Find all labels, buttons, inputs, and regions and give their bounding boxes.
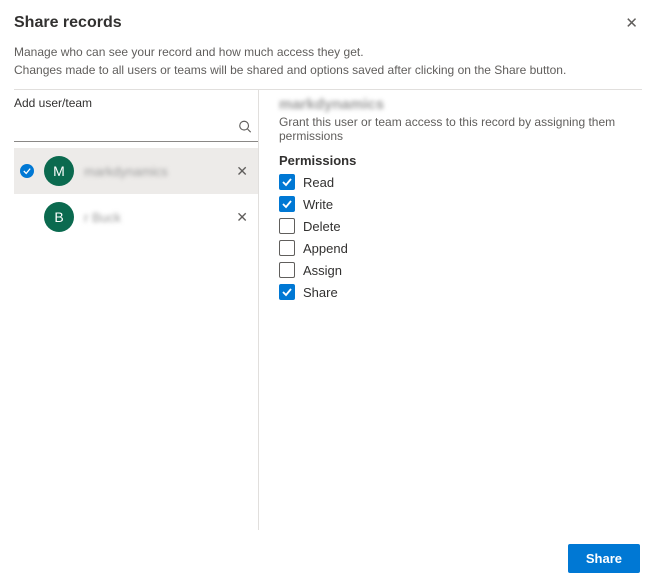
user-name: r Buck — [84, 210, 232, 225]
remove-user-button[interactable]: ✕ — [232, 207, 252, 228]
subtext-line-1: Manage who can see your record and how m… — [14, 43, 642, 61]
permission-row: Append — [279, 240, 642, 256]
close-button[interactable]: ✕ — [623, 14, 640, 33]
dialog-footer: Share — [0, 530, 656, 587]
dialog-header: Share records ✕ — [0, 0, 656, 43]
close-icon: ✕ — [625, 15, 638, 32]
permission-checkbox-append[interactable] — [279, 240, 295, 256]
permission-checkbox-delete[interactable] — [279, 218, 295, 234]
user-row[interactable]: B r Buck ✕ — [14, 194, 258, 240]
avatar: M — [44, 156, 74, 186]
dialog-title: Share records — [14, 14, 623, 32]
close-icon: ✕ — [236, 163, 248, 179]
subtext-line-2: Changes made to all users or teams will … — [14, 61, 642, 79]
permission-row: Read — [279, 174, 642, 190]
permissions-list: Read Write Delete Append Assign — [279, 174, 642, 300]
permission-label: Assign — [303, 263, 342, 278]
permissions-heading: Permissions — [279, 153, 642, 168]
permission-checkbox-assign[interactable] — [279, 262, 295, 278]
permission-checkbox-read[interactable] — [279, 174, 295, 190]
avatar: B — [44, 202, 74, 232]
share-button[interactable]: Share — [568, 544, 640, 573]
selected-user-name: markdynamics — [279, 96, 642, 113]
permission-label: Append — [303, 241, 348, 256]
selected-check-icon — [20, 164, 34, 178]
search-input[interactable] — [14, 114, 258, 141]
dialog-body: Add user/team M markdynamics ✕ — [14, 90, 642, 530]
permission-row: Assign — [279, 262, 642, 278]
share-records-dialog: Share records ✕ Manage who can see your … — [0, 0, 656, 587]
right-panel: markdynamics Grant this user or team acc… — [259, 90, 642, 530]
permission-row: Share — [279, 284, 642, 300]
left-panel: Add user/team M markdynamics ✕ — [14, 90, 259, 530]
add-user-label: Add user/team — [14, 90, 258, 114]
search-row — [14, 114, 258, 142]
close-icon: ✕ — [236, 209, 248, 225]
remove-user-button[interactable]: ✕ — [232, 161, 252, 182]
permission-label: Delete — [303, 219, 341, 234]
permission-label: Share — [303, 285, 338, 300]
permission-checkbox-share[interactable] — [279, 284, 295, 300]
permissions-description: Grant this user or team access to this r… — [279, 115, 642, 143]
permission-label: Write — [303, 197, 333, 212]
permission-checkbox-write[interactable] — [279, 196, 295, 212]
user-row[interactable]: M markdynamics ✕ — [14, 148, 258, 194]
user-name: markdynamics — [84, 164, 232, 179]
permission-label: Read — [303, 175, 334, 190]
permission-row: Write — [279, 196, 642, 212]
dialog-subtext: Manage who can see your record and how m… — [0, 43, 656, 89]
user-list: M markdynamics ✕ B r Buck ✕ — [14, 142, 258, 240]
permission-row: Delete — [279, 218, 642, 234]
